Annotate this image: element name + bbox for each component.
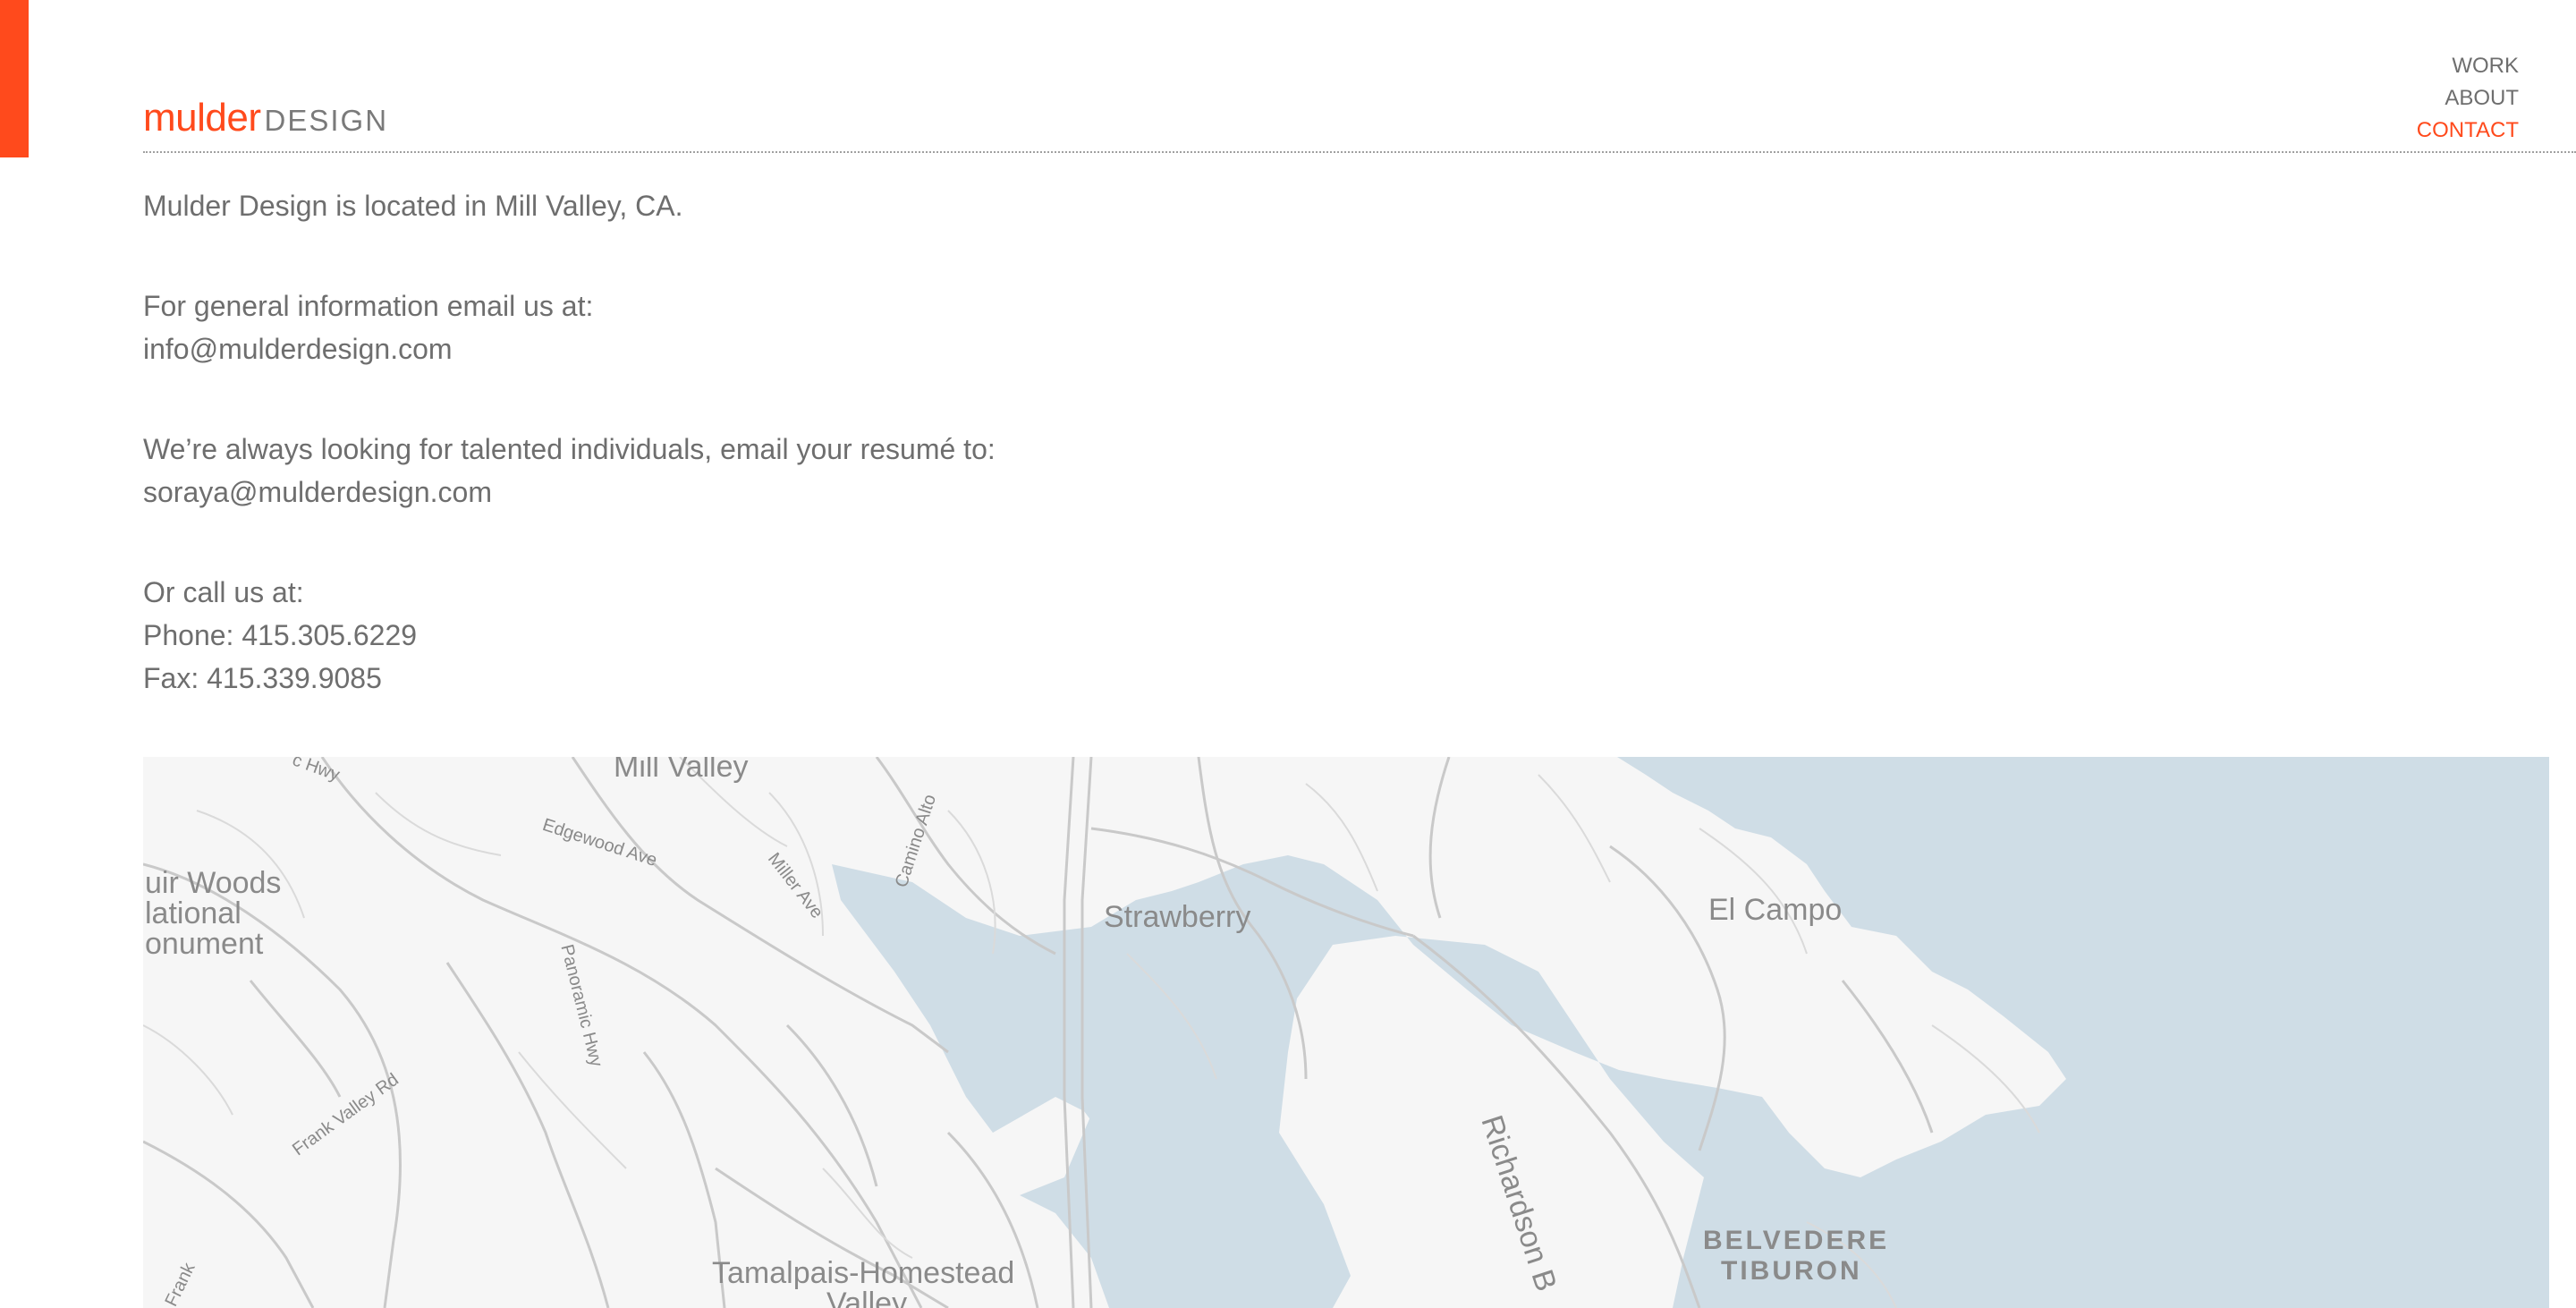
map-label-belvedere: BELVEDERE bbox=[1703, 1226, 1890, 1255]
map-label-muir-woods-3: onument bbox=[145, 927, 264, 961]
fax-number: Fax: 415.339.9085 bbox=[143, 662, 382, 694]
main-nav: WORK ABOUT CONTACT bbox=[2417, 50, 2519, 147]
map-label-strawberry: Strawberry bbox=[1104, 900, 1251, 934]
location-map[interactable]: Mill Valley c Hwy uir Woods lational onu… bbox=[143, 757, 2549, 1308]
logo-subtitle: DESIGN bbox=[264, 104, 389, 137]
map-label-el-campo: El Campo bbox=[1708, 893, 1843, 927]
map-label-muir-woods-1: uir Woods bbox=[145, 866, 282, 900]
contact-content: Mulder Design is located in Mill Valley,… bbox=[143, 184, 996, 757]
phone-number: Phone: 415.305.6229 bbox=[143, 619, 418, 651]
general-intro: For general information email us at: bbox=[143, 290, 594, 322]
phone-block: Or call us at: Phone: 415.305.6229 Fax: … bbox=[143, 571, 996, 700]
map-label-mill-valley: Mill Valley bbox=[614, 757, 749, 784]
jobs-intro: We’re always looking for talented indivi… bbox=[143, 433, 996, 465]
jobs-email-link[interactable]: soraya@mulderdesign.com bbox=[143, 471, 996, 514]
map-label-tiburon: TIBURON bbox=[1721, 1256, 1862, 1286]
location-text: Mulder Design is located in Mill Valley,… bbox=[143, 190, 683, 222]
general-info-block: For general information email us at: inf… bbox=[143, 285, 996, 370]
call-intro: Or call us at: bbox=[143, 576, 304, 608]
header-divider bbox=[143, 151, 2576, 153]
jobs-block: We’re always looking for talented indivi… bbox=[143, 428, 996, 514]
general-email-link[interactable]: info@mulderdesign.com bbox=[143, 327, 996, 370]
nav-contact[interactable]: CONTACT bbox=[2417, 115, 2519, 147]
nav-about[interactable]: ABOUT bbox=[2417, 82, 2519, 115]
map-label-muir-woods-2: lational bbox=[145, 896, 242, 930]
location-block: Mulder Design is located in Mill Valley,… bbox=[143, 184, 996, 227]
logo[interactable]: mulder DESIGN bbox=[143, 98, 388, 138]
map-canvas bbox=[143, 757, 2549, 1308]
nav-work[interactable]: WORK bbox=[2417, 50, 2519, 82]
logo-wordmark: mulder bbox=[143, 96, 261, 140]
map-label-tamalpais-homestead: Tamalpais-Homestead bbox=[712, 1256, 1015, 1290]
map-label-tamalpais-valley: Valley bbox=[826, 1287, 908, 1308]
accent-bar bbox=[0, 0, 29, 157]
